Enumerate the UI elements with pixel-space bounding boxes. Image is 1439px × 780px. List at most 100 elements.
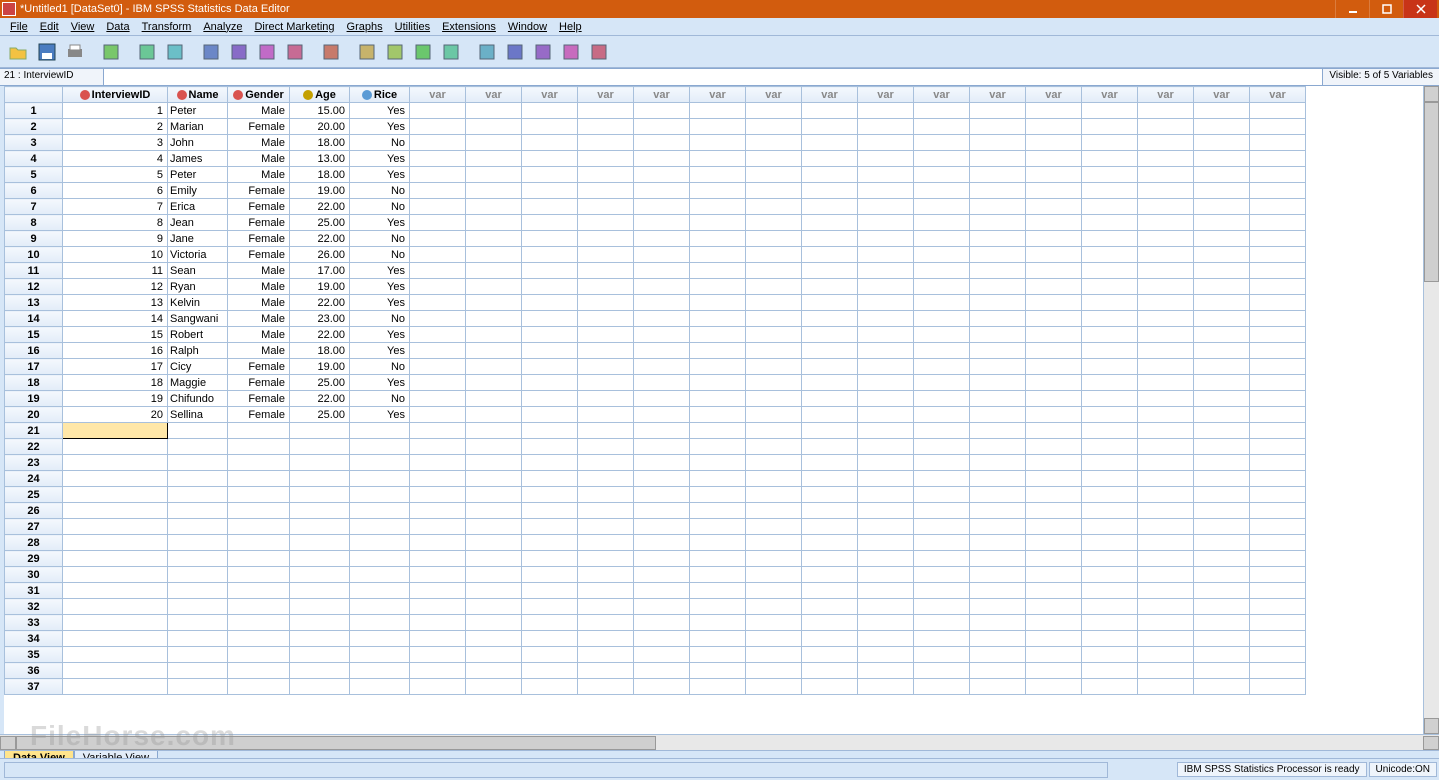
cell[interactable] <box>746 103 802 119</box>
cell[interactable] <box>1082 263 1138 279</box>
scroll-up-arrow[interactable] <box>1424 86 1439 102</box>
cell[interactable] <box>1082 647 1138 663</box>
cell[interactable] <box>746 327 802 343</box>
cell[interactable] <box>802 407 858 423</box>
cell[interactable] <box>1138 679 1194 695</box>
cell[interactable] <box>1138 503 1194 519</box>
cell[interactable] <box>802 503 858 519</box>
cell[interactable] <box>1194 119 1250 135</box>
cell[interactable]: 20.00 <box>290 119 350 135</box>
cell[interactable] <box>1250 679 1306 695</box>
column-header-var[interactable]: var <box>634 87 690 103</box>
cell[interactable] <box>63 663 168 679</box>
cell[interactable] <box>914 551 970 567</box>
cell[interactable] <box>578 439 634 455</box>
scroll-down-arrow[interactable] <box>1424 718 1439 734</box>
cell[interactable] <box>690 119 746 135</box>
cell[interactable] <box>914 647 970 663</box>
cell[interactable] <box>1250 247 1306 263</box>
cell[interactable] <box>522 503 578 519</box>
cell[interactable] <box>914 599 970 615</box>
cell[interactable] <box>634 167 690 183</box>
cell[interactable] <box>290 503 350 519</box>
cell[interactable] <box>690 247 746 263</box>
row-header[interactable]: 28 <box>5 535 63 551</box>
cell[interactable] <box>1194 535 1250 551</box>
insert-case-button[interactable] <box>354 39 380 65</box>
cell[interactable] <box>690 135 746 151</box>
cell[interactable] <box>802 567 858 583</box>
row-header[interactable]: 4 <box>5 151 63 167</box>
cell[interactable] <box>168 567 228 583</box>
cell[interactable] <box>1194 327 1250 343</box>
cell[interactable]: 25.00 <box>290 407 350 423</box>
row-header[interactable]: 34 <box>5 631 63 647</box>
cell[interactable] <box>410 583 466 599</box>
cell[interactable] <box>1082 599 1138 615</box>
menu-file[interactable]: File <box>4 20 34 34</box>
menu-graphs[interactable]: Graphs <box>341 20 389 34</box>
cell[interactable] <box>63 487 168 503</box>
cell[interactable] <box>1138 167 1194 183</box>
cell[interactable] <box>522 247 578 263</box>
cell[interactable] <box>858 247 914 263</box>
scroll-left-arrow[interactable] <box>0 736 16 750</box>
cell[interactable] <box>802 135 858 151</box>
cell[interactable] <box>1250 311 1306 327</box>
cell[interactable] <box>410 423 466 439</box>
cell[interactable] <box>1194 471 1250 487</box>
row-header[interactable]: 20 <box>5 407 63 423</box>
cell[interactable] <box>634 663 690 679</box>
cell[interactable]: 1 <box>63 103 168 119</box>
cell[interactable] <box>858 551 914 567</box>
cell[interactable] <box>802 167 858 183</box>
cell[interactable] <box>228 567 290 583</box>
cell[interactable] <box>970 359 1026 375</box>
cell[interactable] <box>690 503 746 519</box>
cell[interactable] <box>914 503 970 519</box>
cell[interactable] <box>1194 375 1250 391</box>
cell[interactable] <box>522 199 578 215</box>
cell[interactable] <box>690 567 746 583</box>
cell[interactable] <box>578 679 634 695</box>
cell[interactable]: 4 <box>63 151 168 167</box>
cell[interactable] <box>858 439 914 455</box>
cell[interactable] <box>168 615 228 631</box>
cell[interactable] <box>1082 535 1138 551</box>
row-header[interactable]: 22 <box>5 439 63 455</box>
cell[interactable] <box>858 487 914 503</box>
cell[interactable]: 18.00 <box>290 135 350 151</box>
cell[interactable] <box>578 343 634 359</box>
cell[interactable] <box>290 679 350 695</box>
cell[interactable] <box>634 583 690 599</box>
table-row[interactable]: 77EricaFemale22.00No <box>5 199 1306 215</box>
cell[interactable]: 17 <box>63 359 168 375</box>
cell[interactable]: Erica <box>168 199 228 215</box>
cell[interactable] <box>914 183 970 199</box>
cell[interactable] <box>228 599 290 615</box>
cell[interactable] <box>1026 151 1082 167</box>
cell[interactable] <box>63 519 168 535</box>
cell[interactable] <box>634 327 690 343</box>
cell[interactable] <box>858 375 914 391</box>
cell[interactable] <box>1194 647 1250 663</box>
cell[interactable] <box>578 407 634 423</box>
cell[interactable] <box>466 343 522 359</box>
cell[interactable] <box>970 679 1026 695</box>
column-header-var[interactable]: var <box>746 87 802 103</box>
cell[interactable] <box>970 215 1026 231</box>
cell[interactable] <box>522 135 578 151</box>
cell[interactable] <box>746 295 802 311</box>
cell[interactable] <box>1082 615 1138 631</box>
cell[interactable] <box>634 103 690 119</box>
cell[interactable]: 18.00 <box>290 343 350 359</box>
table-row[interactable]: 26 <box>5 503 1306 519</box>
cell[interactable]: 5 <box>63 167 168 183</box>
cell[interactable]: Female <box>228 391 290 407</box>
cell[interactable] <box>690 311 746 327</box>
cell[interactable] <box>634 247 690 263</box>
cell[interactable] <box>1250 343 1306 359</box>
cell[interactable] <box>1250 567 1306 583</box>
cell[interactable]: 18 <box>63 375 168 391</box>
cell[interactable] <box>970 663 1026 679</box>
